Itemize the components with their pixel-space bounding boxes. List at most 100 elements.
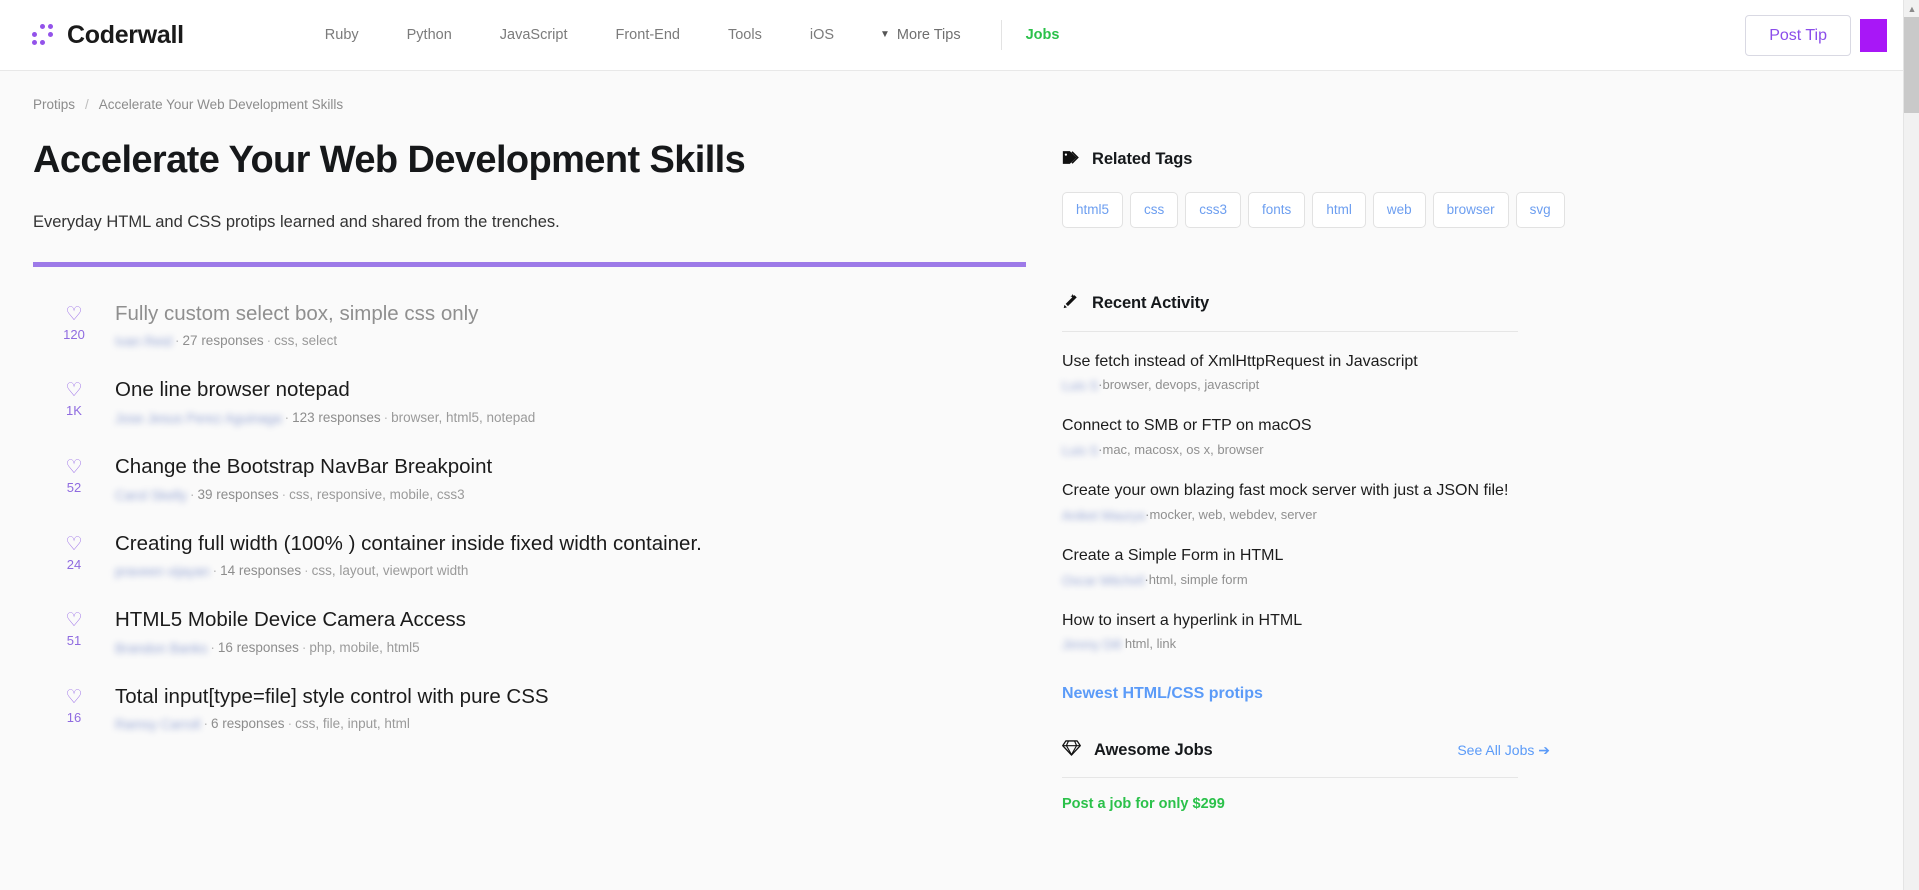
brand-logo-link[interactable]: Coderwall [32,21,184,50]
tip-author[interactable]: Jose Jesus Perez Aguinaga [115,411,282,426]
tag-pill-fonts[interactable]: fonts [1248,192,1306,228]
page-scrollbar[interactable]: ▲ [1903,0,1919,890]
list-item[interactable]: Use fetch instead of XmlHttpRequest in J… [1062,352,1550,394]
tag-pill-html5[interactable]: html5 [1062,192,1124,228]
tip-title-link[interactable]: Fully custom select box, simple css only [115,301,478,327]
header-actions: Post Tip [1745,0,1887,71]
tip-author[interactable]: Ivan Reid [115,334,172,349]
tip-meta: Brandon Banks · 16 responses · php, mobile, … [115,639,420,656]
vote-control[interactable]: ♡ 52 [33,454,115,495]
tip-body: HTML5 Mobile Device Camera Access Brando… [115,607,1030,656]
activity-author[interactable]: Luis S [1062,443,1098,458]
tip-tags: php, mobile, html5 [309,639,420,655]
tag-pill-browser[interactable]: browser [1432,192,1509,228]
tip-title-link[interactable]: Creating full width (100% ) container in… [115,531,702,557]
nav-item-python[interactable]: Python [383,27,476,43]
heart-outline-icon[interactable]: ♡ [33,535,115,554]
tip-title-link[interactable]: Change the Bootstrap NavBar Breakpoint [115,454,492,480]
activity-meta: Luis S·mac, macosx, os x, browser [1062,442,1264,459]
list-item[interactable]: Create your own blazing fast mock server… [1062,481,1550,523]
post-tip-button[interactable]: Post Tip [1745,14,1851,57]
list-item[interactable]: ♡ 1K One line browser notepad Jose Jesus… [33,366,1030,443]
see-all-jobs-link[interactable]: See All Jobs ➔ [1457,742,1550,759]
tip-meta: praveen vijayan · 14 responses · css, layout… [115,563,469,580]
user-avatar[interactable] [1860,19,1887,52]
vote-control[interactable]: ♡ 51 [33,607,115,648]
vote-control[interactable]: ♡ 24 [33,531,115,572]
caret-down-icon: ▼ [880,29,890,40]
tip-meta: Ramsy Carroll · 6 responses · css, file, inp… [115,716,410,733]
vote-control[interactable]: ♡ 1K [33,377,115,418]
tip-author[interactable]: Ramsy Carroll [115,717,201,732]
nav-item-ios[interactable]: iOS [786,27,858,43]
list-item[interactable]: How to insert a hyperlink in HTML Jimmy … [1062,611,1550,653]
activity-title-link[interactable]: Create your own blazing fast mock server… [1062,481,1508,502]
tip-body: Total input[type=file] style control wit… [115,684,1030,733]
more-tips-label: More Tips [896,27,961,43]
tag-pill-html[interactable]: html [1312,192,1366,228]
content-columns: Accelerate Your Web Development Skills E… [0,112,1903,813]
breadcrumb-current: Accelerate Your Web Development Skills [98,97,344,112]
activity-author[interactable]: Luis S [1062,378,1098,393]
list-item[interactable]: ♡ 16 Total input[type=file] style contro… [33,673,1030,750]
vote-control[interactable]: ♡ 120 [33,301,115,342]
activity-title-link[interactable]: Connect to SMB or FTP on macOS [1062,416,1312,437]
activity-author[interactable]: Jimmy Dill [1062,637,1121,652]
primary-nav: Ruby Python JavaScript Front-End Tools i… [301,20,1084,50]
activity-author[interactable]: Oscar Mitchell [1062,573,1144,588]
heart-outline-icon[interactable]: ♡ [33,458,115,477]
list-item[interactable]: ♡ 51 HTML5 Mobile Device Camera Access B… [33,596,1030,673]
related-tags-block: Related Tags html5 css css3 fonts html w… [1062,148,1565,228]
list-item[interactable]: ♡ 120 Fully custom select box, simple cs… [33,290,1030,367]
nav-item-javascript[interactable]: JavaScript [476,27,592,43]
vote-count: 1K [66,403,82,419]
recent-activity-header: Recent Activity [1062,293,1550,315]
tip-author[interactable]: Carol Skelly [115,488,187,503]
activity-title-link[interactable]: How to insert a hyperlink in HTML [1062,611,1302,632]
scroll-up-arrow-icon[interactable]: ▲ [1904,0,1919,17]
nav-item-ruby[interactable]: Ruby [301,27,383,43]
activity-title-link[interactable]: Use fetch instead of XmlHttpRequest in J… [1062,352,1418,373]
list-item[interactable]: Create a Simple Form in HTML Oscar Mitch… [1062,546,1550,588]
nav-item-front-end[interactable]: Front-End [592,27,704,43]
activity-title-link[interactable]: Create a Simple Form in HTML [1062,546,1283,567]
tag-pill-css[interactable]: css [1130,192,1179,228]
tip-title-link[interactable]: Total input[type=file] style control wit… [115,684,549,710]
awesome-jobs-title: Awesome Jobs [1094,740,1213,759]
list-item[interactable]: ♡ 24 Creating full width (100% ) contain… [33,520,1030,597]
newest-protips-link[interactable]: Newest HTML/CSS protips [1062,685,1263,703]
tip-title-link[interactable]: One line browser notepad [115,377,350,403]
nav-item-jobs[interactable]: Jobs [1016,27,1084,43]
heart-outline-icon[interactable]: ♡ [33,611,115,630]
tip-body: One line browser notepad Jose Jesus Pere… [115,377,1030,426]
vote-count: 120 [63,326,85,342]
tip-title-link[interactable]: HTML5 Mobile Device Camera Access [115,607,466,633]
list-item[interactable]: Connect to SMB or FTP on macOS Luis S·ma… [1062,416,1550,458]
activity-meta: Aniket Maurya·mocker, web, webdev, serve… [1062,506,1317,523]
tip-author[interactable]: praveen vijayan [115,564,210,579]
breadcrumb-root-link[interactable]: Protips [33,97,75,112]
activity-author[interactable]: Aniket Maurya [1062,508,1145,523]
breadcrumb: Protips / Accelerate Your Web Developmen… [0,71,1903,112]
nav-item-more-tips[interactable]: ▼ More Tips [858,27,985,43]
list-item[interactable]: ♡ 52 Change the Bootstrap NavBar Breakpo… [33,443,1030,520]
tag-pill-web[interactable]: web [1372,192,1426,228]
page-body: Protips / Accelerate Your Web Developmen… [0,71,1903,890]
vote-count: 52 [66,479,82,495]
activity-meta: Jimmy Dill html, link [1062,636,1550,652]
heart-outline-icon[interactable]: ♡ [33,381,115,400]
activity-tags: mac, macosx, os x, browser [1102,442,1264,458]
nav-item-tools[interactable]: Tools [704,27,786,43]
tag-pill-svg[interactable]: svg [1515,192,1565,228]
heart-outline-icon[interactable]: ♡ [33,305,115,324]
vote-control[interactable]: ♡ 16 [33,684,115,725]
scrollbar-thumb[interactable] [1904,17,1919,113]
vote-count: 51 [66,633,82,649]
related-tags-title: Related Tags [1092,149,1193,168]
tag-pill-css3[interactable]: css3 [1185,192,1242,228]
tip-body: Creating full width (100% ) container in… [115,531,1030,580]
tip-responses: 16 responses [217,639,299,655]
heart-outline-icon[interactable]: ♡ [33,688,115,707]
tip-author[interactable]: Brandon Banks [115,641,207,656]
post-job-promo-link[interactable]: Post a job for only $299 [1062,796,1225,812]
